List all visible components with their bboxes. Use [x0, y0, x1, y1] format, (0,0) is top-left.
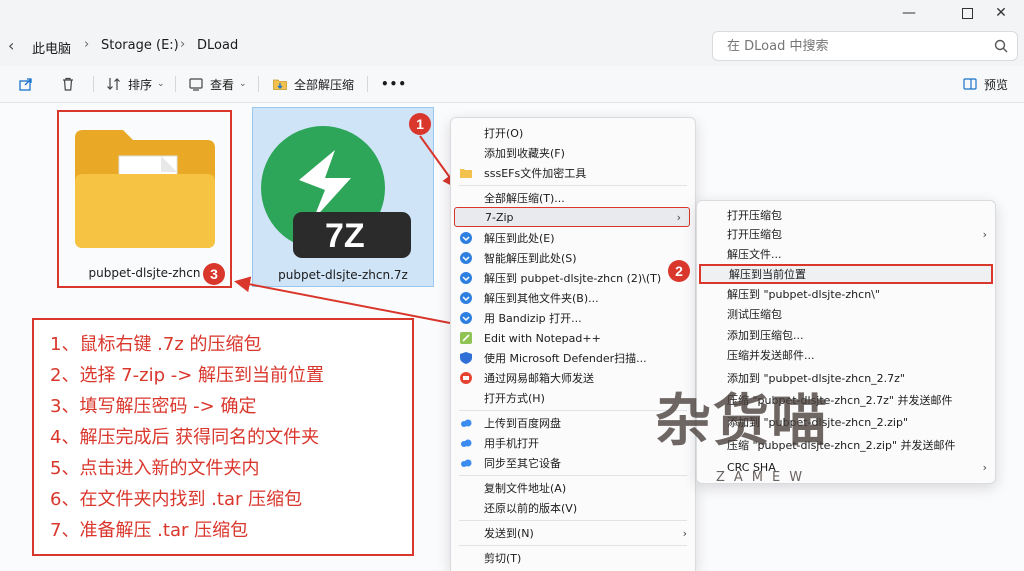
menu-item-extract-all[interactable]: 全部解压缩(T)...	[451, 188, 695, 208]
bandizip-icon	[460, 292, 472, 304]
menu-item-encrypt-tool[interactable]: sssEFs文件加密工具	[451, 163, 695, 183]
submenu-item-open-archive[interactable]: 打开压缩包	[697, 205, 995, 225]
menu-item-smart-extract[interactable]: 智能解压到此处(S)	[451, 248, 695, 268]
mail-master-icon	[460, 372, 472, 384]
bandizip-icon	[460, 252, 472, 264]
menu-separator	[459, 185, 687, 186]
menu-item-copy-path[interactable]: 复制文件地址(A)	[451, 478, 695, 498]
menu-item-cut[interactable]: 剪切(T)	[451, 548, 695, 568]
submenu-item-extract-to-folder[interactable]: 解压到 "pubpet-dlsjte-zhcn\"	[697, 284, 995, 304]
watermark-logo: 杂货喵	[655, 389, 829, 454]
watermark-subtitle: ZAMEW	[716, 470, 812, 485]
cloud-icon	[461, 419, 472, 427]
step-2-badge: 2	[668, 260, 690, 282]
menu-item-defender-scan[interactable]: 使用 Microsoft Defender扫描...	[451, 348, 695, 368]
submenu-item-open-archive-more[interactable]: 打开压缩包 ›	[697, 224, 995, 244]
menu-separator	[459, 520, 687, 521]
notepadpp-icon	[460, 332, 472, 344]
bandizip-icon	[460, 272, 472, 284]
bandizip-icon	[460, 232, 472, 244]
arrow-to-result-folder	[234, 276, 451, 324]
chevron-right-icon: ›	[682, 526, 687, 540]
menu-item-restore-versions[interactable]: 还原以前的版本(V)	[451, 498, 695, 518]
bandizip-icon	[460, 312, 472, 324]
submenu-item-extract-files[interactable]: 解压文件...	[697, 244, 995, 264]
submenu-item-extract-here[interactable]: 解压到当前位置	[699, 264, 993, 284]
context-menu: 打开(O) 添加到收藏夹(F) sssEFs文件加密工具 全部解压缩(T)...…	[450, 117, 696, 571]
submenu-item-compress-email[interactable]: 压缩并发送邮件...	[697, 345, 995, 365]
chevron-right-icon: ›	[982, 460, 987, 474]
menu-item-open-bandizip[interactable]: 用 Bandizip 打开...	[451, 308, 695, 328]
menu-separator	[459, 410, 687, 411]
menu-item-add-favorites[interactable]: 添加到收藏夹(F)	[451, 143, 695, 163]
chevron-right-icon: ›	[676, 210, 681, 224]
folder-lock-icon	[460, 169, 472, 178]
menu-item-extract-to-folder[interactable]: 解压到 pubpet-dlsjte-zhcn (2)\(T)	[451, 268, 695, 288]
shield-icon	[460, 352, 472, 364]
submenu-item-test-archive[interactable]: 测试压缩包	[697, 304, 995, 324]
cloud-icon	[461, 459, 472, 467]
chevron-right-icon: ›	[982, 227, 987, 241]
submenu-item-add-to-archive[interactable]: 添加到压缩包...	[697, 325, 995, 345]
cloud-icon	[461, 439, 472, 447]
menu-item-7zip[interactable]: 7-Zip ›	[454, 207, 690, 227]
menu-item-extract-here[interactable]: 解压到此处(E)	[451, 228, 695, 248]
menu-separator	[459, 545, 687, 546]
menu-separator	[459, 475, 687, 476]
menu-item-send-to[interactable]: 发送到(N) ›	[451, 523, 695, 543]
menu-item-extract-other[interactable]: 解压到其他文件夹(B)...	[451, 288, 695, 308]
menu-item-open[interactable]: 打开(O)	[451, 123, 695, 143]
menu-item-notepadpp[interactable]: Edit with Notepad++	[451, 328, 695, 348]
